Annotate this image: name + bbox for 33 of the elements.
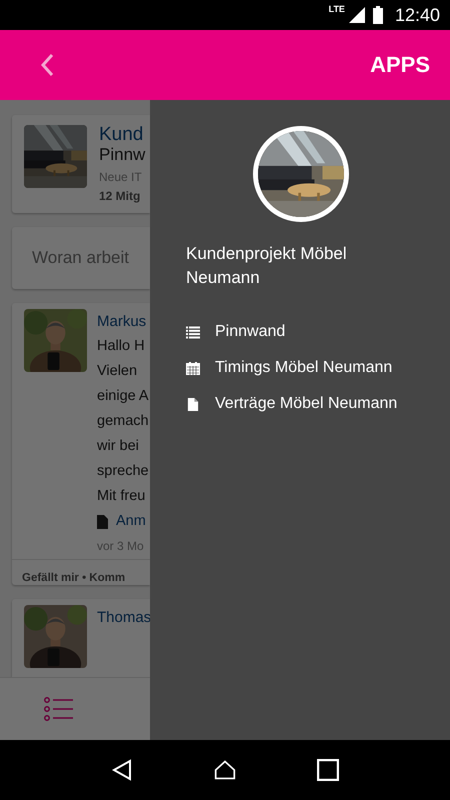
signal-icon — [348, 7, 365, 23]
back-icon — [40, 53, 54, 77]
post-text: Hallo H — [97, 337, 146, 356]
home-icon[interactable] — [214, 759, 236, 781]
apps-button[interactable]: APPS — [370, 52, 430, 78]
battery-icon — [372, 6, 383, 24]
calendar-icon — [186, 362, 200, 374]
drawer-item[interactable]: Verträge Möbel Neumann — [186, 386, 450, 422]
composer-field[interactable]: Woran arbeit — [12, 227, 150, 289]
project-title: Kundenprojekt Möbel Neumann — [186, 243, 348, 289]
document-icon — [186, 398, 200, 410]
member-count: 12 Mitg — [99, 189, 142, 203]
network-type: LTE — [328, 4, 345, 14]
back-icon[interactable] — [110, 759, 133, 781]
post-text: Mit freu — [97, 487, 146, 506]
document-icon — [97, 514, 108, 528]
post-text: einige A — [97, 387, 149, 406]
group-subtitle: Pinnw — [99, 145, 146, 165]
post-text: Vielen — [97, 362, 138, 381]
post-text: spreche — [97, 462, 149, 481]
author-name[interactable]: Markus — [97, 309, 149, 334]
clock: 12:40 — [394, 4, 440, 26]
recents-icon[interactable] — [317, 759, 340, 781]
post-actions[interactable]: Gefällt mir • Komm — [22, 572, 126, 584]
post-input-field[interactable]: Woran arbeit — [32, 248, 150, 268]
post-text: wir bei — [97, 437, 140, 456]
drawer-item[interactable]: Pinnwand — [186, 314, 450, 350]
drawer-item[interactable]: Timings Möbel Neumann — [186, 350, 450, 386]
list-icon — [186, 326, 200, 338]
attachment-link[interactable]: Anm — [116, 509, 146, 534]
list-tab[interactable] — [44, 697, 74, 721]
group-title[interactable]: Kund — [99, 125, 146, 145]
post-text: gemach — [97, 412, 149, 431]
